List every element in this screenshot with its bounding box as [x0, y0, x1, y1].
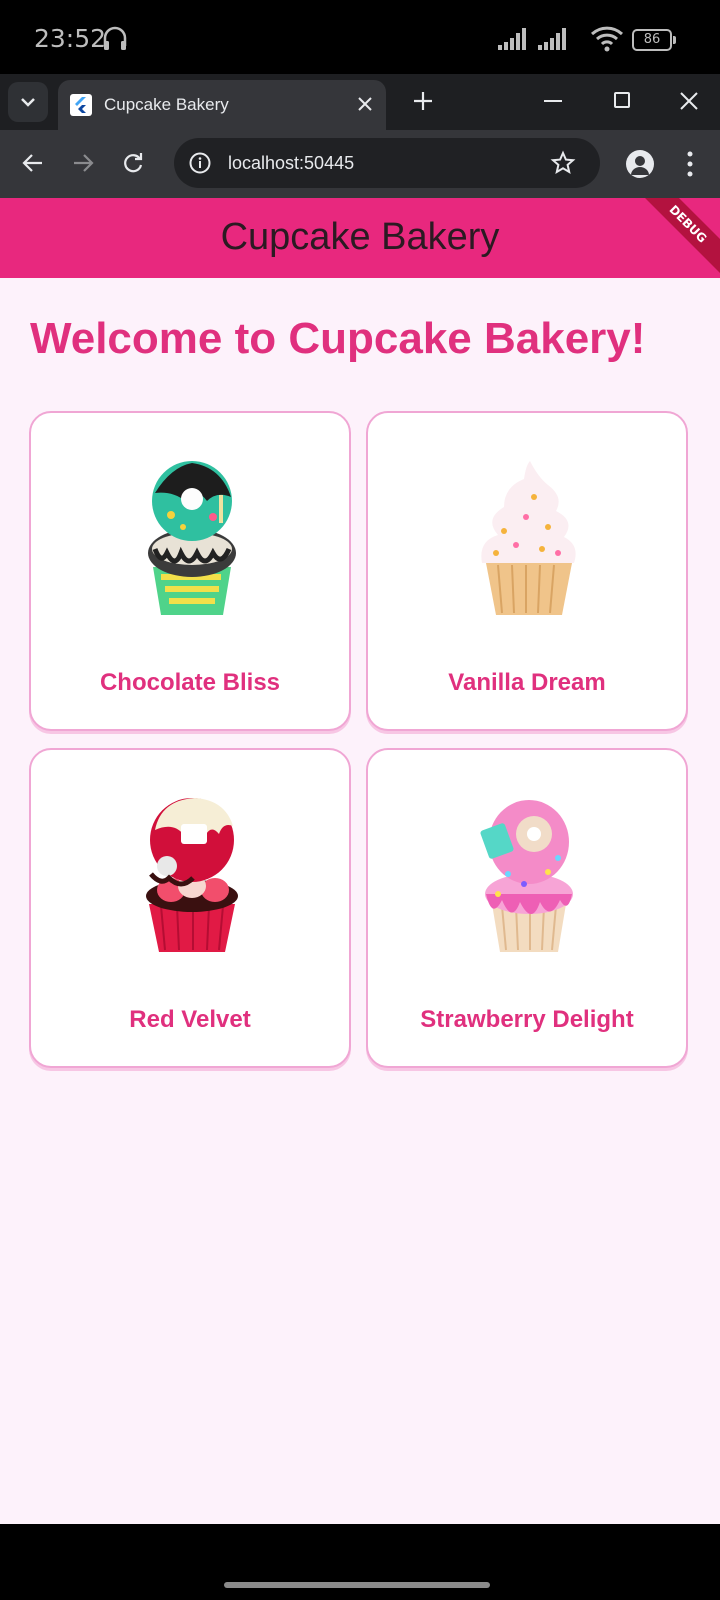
cupcake-name: Chocolate Bliss	[99, 669, 281, 696]
app-page: Cupcake Bakery DEBUG Welcome to Cupcake …	[0, 198, 720, 1524]
minimize-icon[interactable]	[544, 100, 562, 102]
status-bar: 23:52 86	[0, 0, 720, 74]
cupcake-card-chocolate-bliss[interactable]: Chocolate Bliss	[29, 411, 351, 731]
profile-avatar-icon[interactable]	[626, 150, 654, 178]
headphone-icon	[103, 26, 127, 50]
phone-screen: 23:52 86 Cupcake Bakery localhost:50445 …	[0, 0, 720, 1600]
cupcake-card-red-velvet[interactable]: Red Velvet	[29, 748, 351, 1068]
address-bar[interactable]: localhost:50445	[174, 138, 600, 188]
person-icon	[631, 156, 649, 175]
bookmark-star-icon[interactable]	[550, 150, 576, 176]
window-close-icon[interactable]	[678, 90, 700, 112]
cupcake-name: Red Velvet	[129, 1006, 251, 1033]
forward-icon[interactable]	[70, 150, 96, 176]
tab-title: Cupcake Bakery	[104, 95, 229, 114]
browser-tab[interactable]: Cupcake Bakery	[58, 80, 386, 130]
battery-icon: 86	[632, 29, 676, 51]
cupcake-card-strawberry-delight[interactable]: Strawberry Delight	[366, 748, 688, 1068]
cupcake-image	[480, 800, 573, 952]
status-time: 23:52	[34, 24, 107, 53]
cupcake-name: Vanilla Dream	[448, 669, 606, 696]
flutter-favicon-icon	[70, 94, 92, 116]
new-tab-icon[interactable]	[410, 88, 436, 114]
navigation-bar-area	[0, 1524, 720, 1600]
chevron-down-icon	[21, 98, 35, 107]
cupcake-card-vanilla-dream[interactable]: Vanilla Dream	[366, 411, 688, 731]
home-indicator[interactable]	[224, 1582, 490, 1588]
cupcake-image	[146, 798, 238, 952]
signal-icon-2	[538, 28, 566, 50]
cupcake-image	[148, 461, 236, 615]
reload-icon[interactable]	[120, 150, 146, 176]
tab-close-icon[interactable]	[354, 93, 376, 115]
app-bar: Cupcake Bakery	[0, 198, 720, 278]
app-bar-title: Cupcake Bakery	[220, 216, 500, 258]
battery-level: 86	[632, 29, 672, 51]
cupcake-image	[481, 461, 576, 615]
browser-tabstrip: Cupcake Bakery	[0, 74, 720, 130]
signal-icon	[498, 28, 526, 50]
site-info-icon[interactable]	[188, 151, 212, 175]
browser-toolbar: localhost:50445	[0, 130, 720, 198]
more-menu-icon[interactable]	[686, 150, 694, 178]
url-text: localhost:50445	[228, 153, 355, 173]
welcome-heading: Welcome to Cupcake Bakery!	[30, 314, 646, 363]
wifi-icon	[590, 26, 624, 52]
maximize-icon[interactable]	[614, 92, 630, 108]
tab-search-button[interactable]	[8, 82, 48, 122]
back-icon[interactable]	[20, 150, 46, 176]
cupcake-name: Strawberry Delight	[420, 1006, 634, 1033]
